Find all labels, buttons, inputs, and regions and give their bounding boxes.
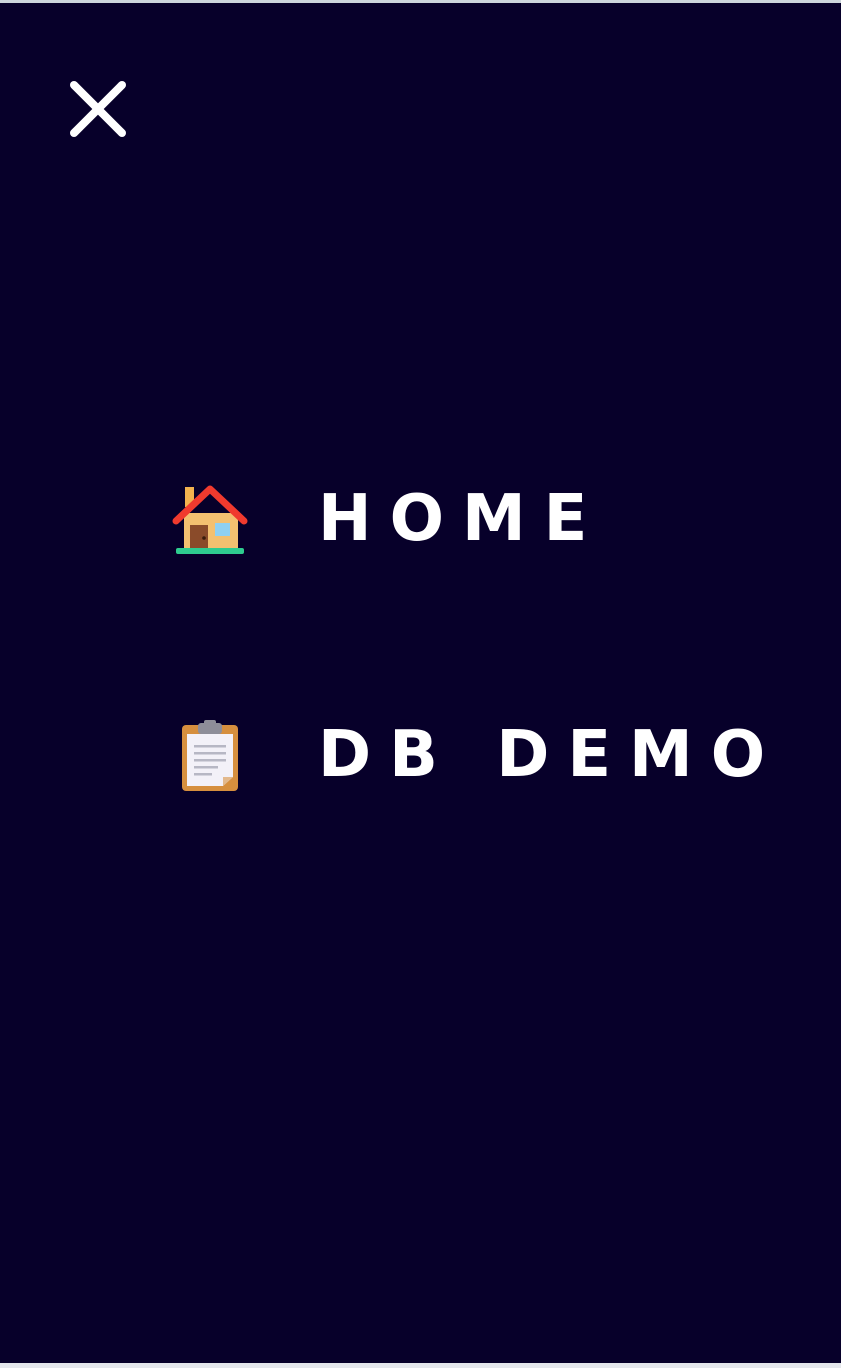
nav-item-db-demo[interactable]: DB DEMO xyxy=(0,709,841,799)
nav-item-home[interactable]: HOME xyxy=(0,473,841,563)
nav-item-label: HOME xyxy=(318,482,606,556)
nav-item-label: DB DEMO xyxy=(318,718,784,792)
close-icon xyxy=(70,81,126,137)
clipboard-icon xyxy=(182,720,238,791)
close-menu-button[interactable] xyxy=(66,77,130,141)
mobile-nav-menu: HOME DB DEMO xyxy=(0,3,841,1363)
house-icon xyxy=(172,485,248,554)
bottom-edge xyxy=(0,1363,841,1368)
